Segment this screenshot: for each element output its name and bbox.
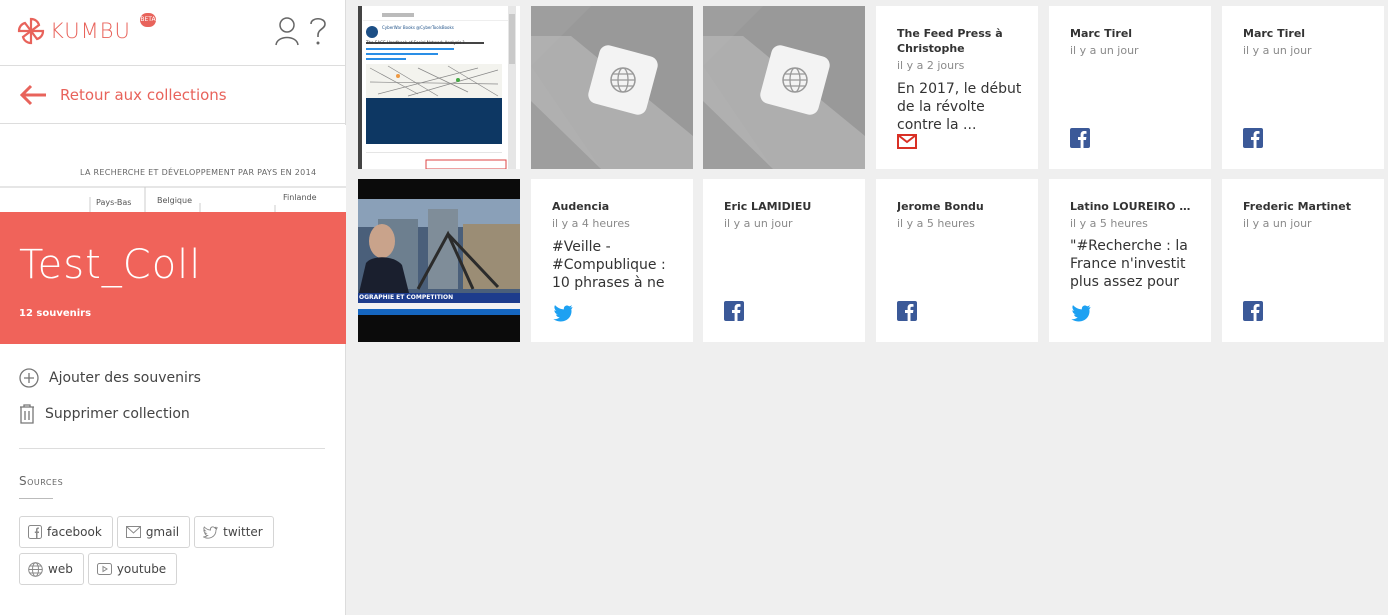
card-time: il y a un jour [1070, 44, 1139, 57]
souvenir-card-facebook[interactable]: Marc Tirel il y a un jour [1222, 6, 1384, 169]
sources-underline [19, 498, 53, 499]
source-filter-label: gmail [145, 525, 180, 539]
help-icon[interactable] [309, 16, 327, 46]
add-souvenirs-label: Ajouter des souvenirs [49, 370, 201, 386]
topbar: KUMBU BETA [0, 0, 345, 66]
card-author: Latino LOUREIRO M... [1070, 200, 1195, 213]
card-text: En 2017, le début de la révolte contre l… [897, 81, 1022, 133]
souvenir-card-facebook[interactable]: Marc Tirel il y a un jour [1049, 6, 1211, 169]
source-filters: facebook gmail twitter web youtube [19, 516, 319, 585]
source-filter-label: twitter [223, 525, 263, 539]
card-text: #Veille - #Compublique : 10 phrases à ne [552, 239, 666, 291]
card-author: Marc Tirel [1243, 27, 1306, 40]
souvenir-card-twitter[interactable]: Audencia il y a 4 heures #Veille - #Comp… [531, 179, 693, 342]
source-filter-label: facebook [47, 525, 102, 539]
add-souvenirs-button[interactable]: Ajouter des souvenirs [19, 366, 201, 390]
souvenir-card-video[interactable]: OGRAPHIE ET COMPETITION [358, 179, 520, 342]
card-author: Frederic Martinet [1243, 200, 1351, 213]
beta-badge: BETA [140, 13, 156, 27]
video-caption: OGRAPHIE ET COMPETITION [359, 294, 454, 301]
facebook-icon [897, 301, 917, 321]
facebook-icon [1070, 128, 1090, 148]
collection-actions: Ajouter des souvenirs Supprimer collecti… [19, 366, 201, 438]
user-icon[interactable] [275, 16, 299, 46]
souvenir-card-facebook[interactable]: Frederic Martinet il y a un jour [1222, 179, 1384, 342]
source-filter-web[interactable]: web [19, 553, 84, 585]
card-author: Marc Tirel [1070, 27, 1133, 40]
souvenir-card-facebook[interactable]: Jerome Bondu il y a 5 heures [876, 179, 1038, 342]
tweet-preview-handle: CyberWar Books @CyberToolsBooks [382, 25, 454, 30]
trash-icon [20, 404, 34, 424]
logo-pinwheel-icon [17, 17, 45, 45]
card-time: il y a 5 heures [897, 217, 975, 230]
card-author: Audencia [552, 200, 610, 213]
source-filter-youtube[interactable]: youtube [87, 553, 178, 585]
card-author: The Feed Press à Christophe [897, 27, 1003, 55]
web-placeholder-image [531, 6, 693, 169]
card-author: Jerome Bondu [897, 200, 984, 213]
souvenir-card-web[interactable] [703, 6, 865, 169]
twitter-icon [553, 305, 573, 322]
collection-count: 12 souvenirs [19, 308, 92, 319]
divider [19, 448, 325, 449]
mail-icon [125, 526, 141, 538]
souvenir-card-twitter[interactable]: Latino LOUREIRO M... il y a 5 heures "#R… [1049, 179, 1211, 342]
cover-image: LA RECHERCHE ET DÉVELOPPEMENT PAR PAYS E… [0, 125, 346, 215]
cover-chart-lines [0, 186, 346, 215]
card-time: il y a un jour [1243, 217, 1312, 230]
delete-collection-button[interactable]: Supprimer collection [19, 402, 201, 426]
delete-collection-label: Supprimer collection [45, 406, 190, 422]
card-author: Eric LAMIDIEU [724, 200, 812, 213]
source-filter-gmail[interactable]: gmail [116, 516, 191, 548]
back-to-collections[interactable]: Retour aux collections [0, 66, 345, 124]
card-time: il y a un jour [724, 217, 793, 230]
source-filter-twitter[interactable]: twitter [194, 516, 274, 548]
facebook-icon [1243, 128, 1263, 148]
gmail-icon [897, 134, 917, 149]
collection-cover: LA RECHERCHE ET DÉVELOPPEMENT PAR PAYS E… [0, 125, 346, 344]
card-time: il y a un jour [1243, 44, 1312, 57]
card-text: "#Recherche : la France n'investit plus … [1070, 238, 1188, 290]
souvenir-card-web[interactable] [531, 6, 693, 169]
souvenir-card-facebook[interactable]: Eric LAMIDIEU il y a un jour [703, 179, 865, 342]
tweet-screenshot-image [358, 6, 520, 169]
card-time: il y a 4 heures [552, 217, 630, 230]
plus-circle-icon [19, 368, 39, 388]
arrow-left-icon [19, 84, 46, 105]
collection-title: Test_Coll [19, 242, 202, 288]
logo[interactable]: KUMBU BETA [16, 13, 156, 46]
source-filter-label: youtube [116, 562, 167, 576]
sources-title: Sources [19, 474, 64, 488]
video-thumbnail-image [358, 179, 520, 342]
web-placeholder-image [703, 6, 865, 169]
source-filter-facebook[interactable]: facebook [19, 516, 113, 548]
globe-icon [28, 561, 43, 577]
souvenir-card-tweet-screenshot[interactable]: CyberWar Books @CyberToolsBooks The SAGE… [358, 6, 520, 169]
facebook-icon [724, 301, 744, 321]
card-time: il y a 5 heures [1070, 217, 1148, 230]
facebook-icon [28, 525, 42, 539]
youtube-icon [96, 563, 112, 575]
back-label: Retour aux collections [60, 85, 227, 104]
source-filter-label: web [48, 562, 73, 576]
facebook-icon [1243, 301, 1263, 321]
sidebar: KUMBU BETA Retour aux collections LA REC… [0, 0, 346, 615]
souvenir-card-gmail[interactable]: The Feed Press à Christophe il y a 2 jou… [876, 6, 1038, 169]
card-time: il y a 2 jours [897, 59, 965, 72]
twitter-icon [1071, 305, 1091, 322]
twitter-icon [203, 525, 219, 539]
tweet-preview-text: The SAGE Handbook of Social Network Anal… [366, 40, 465, 45]
top-icons [275, 16, 327, 46]
logo-text: KUMBU [50, 19, 131, 43]
collection-header: Test_Coll 12 souvenirs [0, 212, 346, 344]
